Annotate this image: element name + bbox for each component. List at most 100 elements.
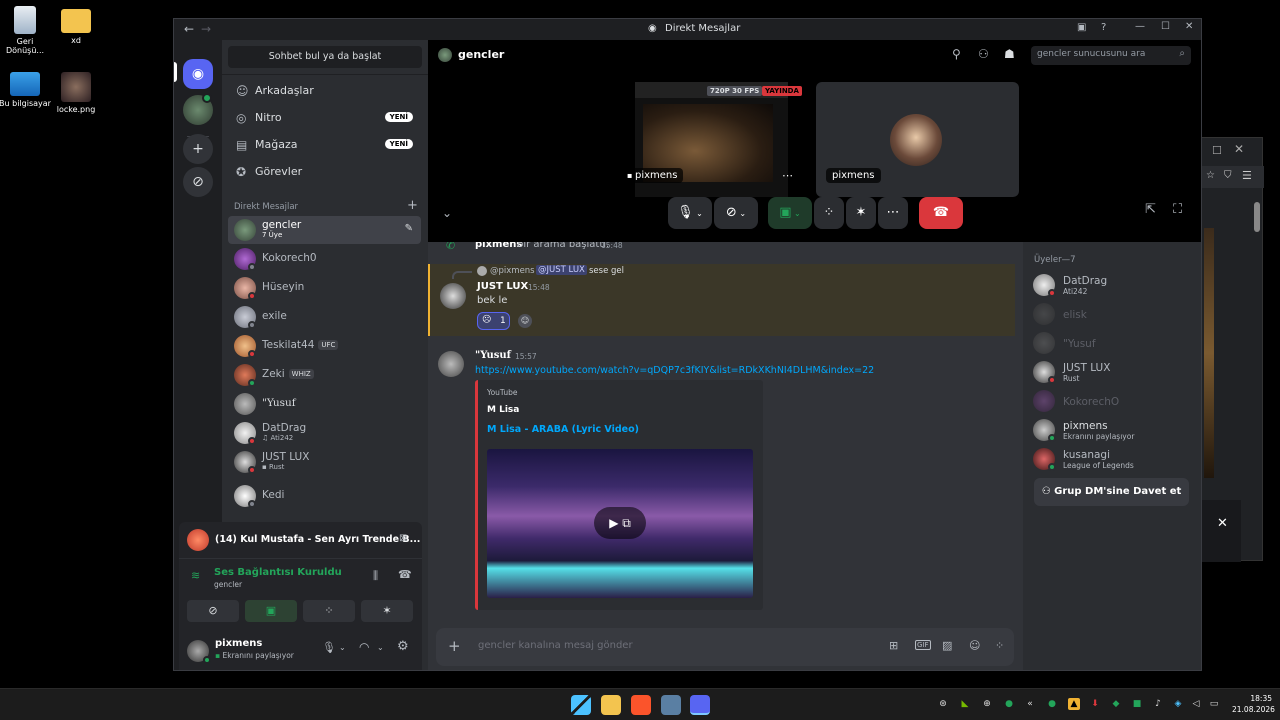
- star-icon[interactable]: ☆: [1206, 170, 1215, 181]
- tray-app-icon[interactable]: ⊕: [981, 698, 993, 710]
- dm-item[interactable]: Zeki WHIZ: [228, 361, 421, 389]
- chevron-down-icon[interactable]: ⌄: [792, 209, 801, 218]
- camera-off-button[interactable]: ⊘: [187, 600, 239, 622]
- noise-suppression-icon[interactable]: ⫼: [373, 569, 378, 583]
- member-item[interactable]: JUST LUX Rust: [1033, 359, 1198, 385]
- system-user[interactable]: pixmens: [475, 242, 522, 250]
- add-friend-icon[interactable]: ⚇: [978, 47, 989, 61]
- add-reaction-icon[interactable]: ☺: [518, 314, 532, 328]
- clock[interactable]: 18:35 21.08.2026: [1232, 693, 1275, 715]
- mic-icon[interactable]: 🎙: [322, 641, 336, 654]
- create-dm-icon[interactable]: +: [407, 198, 418, 213]
- dm-item[interactable]: exile: [228, 303, 421, 331]
- message-link[interactable]: https://www.youtube.com/watch?v=qDQP7c3f…: [475, 365, 874, 376]
- nav-nitro[interactable]: ◎ Nitro YENİ: [228, 105, 421, 131]
- tray-app-icon[interactable]: ●: [1046, 698, 1058, 710]
- member-item[interactable]: pixmens Ekranını paylaşıyor: [1033, 417, 1198, 443]
- tray-app-icon[interactable]: ⊛: [937, 698, 949, 710]
- voice-connection-status[interactable]: Ses Bağlantısı Kuruldu: [214, 567, 342, 578]
- chevron-down-icon[interactable]: ⌄: [339, 643, 346, 652]
- embed-title[interactable]: M Lisa - ARABA (Lyric Video): [487, 424, 639, 435]
- emoji-icon[interactable]: ☺: [969, 639, 980, 652]
- dm-item[interactable]: Hüseyin: [228, 274, 421, 302]
- tray-app-icon[interactable]: ⬇: [1089, 698, 1101, 710]
- voice-channel-name[interactable]: gencler: [214, 580, 242, 589]
- dm-item[interactable]: JUST LUX ▪ Rust: [228, 448, 421, 476]
- dm-item[interactable]: "Yusuf: [228, 390, 421, 418]
- member-item[interactable]: "Yusuf: [1033, 330, 1198, 356]
- dm-item[interactable]: Kedi: [228, 482, 421, 510]
- mic-button[interactable]: 🎙 ⌄: [668, 197, 712, 229]
- message-author[interactable]: "Yusuf: [475, 350, 511, 361]
- more-options-button[interactable]: ⋯: [878, 197, 908, 229]
- member-item[interactable]: DatDrag Ati242: [1033, 272, 1198, 298]
- help-icon[interactable]: ?: [1101, 22, 1106, 33]
- member-list-icon[interactable]: ☗: [1004, 47, 1015, 61]
- message-input-bar[interactable]: + gencler kanalına mesaj gönder ⊞ GIF ▨ …: [436, 628, 1014, 666]
- chevron-down-icon[interactable]: ⌄: [377, 643, 384, 652]
- soundboard-button[interactable]: ✶: [846, 197, 876, 229]
- attach-plus-icon[interactable]: +: [448, 637, 461, 655]
- nav-friends[interactable]: ☺ Arkadaşlar: [228, 78, 421, 104]
- tray-app-icon[interactable]: ◆: [1110, 698, 1122, 710]
- invite-to-group-button[interactable]: ⚇ Grup DM'sine Davet et: [1034, 478, 1189, 506]
- reply-user[interactable]: @pixmens: [490, 266, 535, 276]
- start-icon[interactable]: [571, 695, 591, 715]
- tray-app-icon[interactable]: ◈: [1172, 698, 1184, 710]
- back-arrow-icon[interactable]: ←: [184, 22, 194, 36]
- leave-call-button[interactable]: ☎: [919, 197, 963, 229]
- member-item[interactable]: elisk: [1033, 301, 1198, 327]
- forward-arrow-icon[interactable]: →: [201, 22, 211, 36]
- chevron-down-icon[interactable]: ⌄: [694, 209, 703, 218]
- tray-app-icon[interactable]: «: [1024, 698, 1036, 710]
- fullscreen-icon[interactable]: ⛶: [1173, 202, 1182, 217]
- tray-app-icon[interactable]: ■: [1131, 698, 1143, 710]
- collapse-chevron-icon[interactable]: ⌄: [442, 206, 452, 220]
- brave-browser-icon[interactable]: [631, 695, 651, 715]
- minimize-icon[interactable]: —: [1135, 21, 1145, 32]
- tile-more-icon[interactable]: ⋯: [782, 169, 793, 182]
- microphone-tray-icon[interactable]: ♪: [1152, 698, 1164, 710]
- reply-mention[interactable]: @JUST LUX: [536, 265, 587, 275]
- screen-share-button[interactable]: ▣ ⌄: [768, 197, 812, 229]
- scrollbar[interactable]: [1254, 202, 1260, 232]
- discord-home-icon[interactable]: ◉: [183, 59, 213, 89]
- desktop-icon-xd-folder[interactable]: xd: [48, 6, 104, 45]
- close-icon[interactable]: ✕: [1185, 21, 1193, 32]
- discord-taskbar-icon[interactable]: [690, 695, 710, 715]
- inbox-icon[interactable]: ▣: [1077, 22, 1086, 33]
- close-icon[interactable]: ✕: [1217, 516, 1228, 531]
- explore-icon[interactable]: ⊘: [183, 167, 213, 197]
- maximize-icon[interactable]: ☐: [1161, 21, 1170, 32]
- now-playing-title[interactable]: (14) Kul Mustafa - Sen Ayrı Trende B...: [215, 534, 420, 545]
- message-avatar[interactable]: [440, 283, 466, 309]
- close-icon[interactable]: ✕: [1234, 142, 1244, 156]
- close-activity-icon[interactable]: ⊠: [399, 533, 407, 544]
- desktop-icon-locke[interactable]: locke.png: [48, 72, 104, 114]
- headphones-icon[interactable]: ◠: [359, 640, 369, 654]
- message-input-placeholder[interactable]: gencler kanalına mesaj gönder: [478, 640, 633, 651]
- play-button[interactable]: ▶ ⧉: [594, 507, 646, 539]
- photos-app-icon[interactable]: [661, 695, 681, 715]
- nav-shop[interactable]: ▤ Mağaza YENİ: [228, 132, 421, 158]
- volume-icon[interactable]: ◁: [1190, 698, 1202, 710]
- add-server-icon[interactable]: +: [183, 134, 213, 164]
- nvidia-icon[interactable]: ◣: [959, 698, 971, 710]
- file-explorer-icon[interactable]: [601, 695, 621, 715]
- embed-author[interactable]: M Lisa: [487, 405, 519, 415]
- find-conversation-button[interactable]: Sohbet bul ya da başlat: [228, 46, 422, 68]
- dm-item[interactable]: Teskilat44 UFC: [228, 332, 421, 360]
- reaction-button[interactable]: ☹ 1: [477, 312, 510, 330]
- sticker-icon[interactable]: ▨: [942, 639, 952, 652]
- desktop-icon-recycle-bin[interactable]: Geri Dönüşü...: [0, 6, 53, 55]
- menu-icon[interactable]: ☰: [1242, 169, 1252, 182]
- settings-gear-icon[interactable]: ⚙: [397, 639, 409, 654]
- tray-app-icon[interactable]: ▲: [1068, 698, 1080, 710]
- activities-button[interactable]: ⁘: [303, 600, 355, 622]
- maximize-icon[interactable]: ☐: [1212, 144, 1222, 157]
- desktop-icon-this-pc[interactable]: Bu bilgisayar: [0, 72, 53, 108]
- screen-share-button[interactable]: ▣: [245, 600, 297, 622]
- member-item[interactable]: KokorechO: [1033, 388, 1198, 414]
- soundboard-button[interactable]: ✶: [361, 600, 413, 622]
- dm-item[interactable]: Kokorech0: [228, 245, 421, 273]
